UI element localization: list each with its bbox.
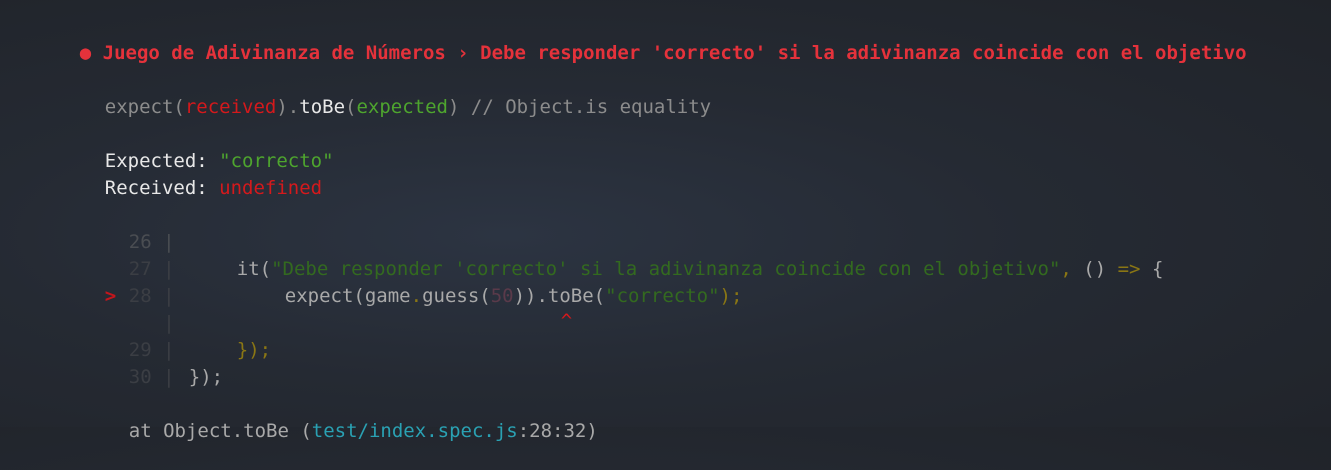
test-failure-title: ● Juego de Adivinanza de Números › Debe …	[34, 14, 1247, 64]
matcher-expect: expect(	[104, 96, 185, 118]
expected-line: Expected: "correcto"	[59, 122, 334, 172]
failure-bullet-icon: ●	[79, 42, 92, 64]
code-line-28: 28 |	[83, 257, 175, 307]
code-line-28-source: expect(game.guess(50)).toBe("correcto");	[239, 257, 743, 307]
arrow: =>	[1117, 258, 1141, 280]
matcher-paren-close: )	[447, 96, 460, 118]
received-label: Received:	[104, 177, 220, 199]
code-line-27: 27 |	[83, 230, 175, 280]
dot: .	[410, 285, 423, 307]
matcher-received: received	[184, 96, 277, 118]
code-line-30-source: });	[143, 338, 223, 388]
matcher-comment: // Object.is equality	[459, 96, 712, 118]
comma: ,	[1060, 258, 1084, 280]
code-line-27-source: it("Debe responder 'correcto' si la adiv…	[191, 230, 1164, 280]
stack-prefix: at Object.toBe (	[128, 420, 312, 442]
error-caret: ^	[515, 282, 572, 332]
statement-close: );	[719, 285, 743, 307]
matcher-paren-open: (	[345, 96, 357, 118]
stack-trace: at Object.toBe (test/index.spec.js:28:32…	[83, 392, 598, 442]
received-line: Received: undefined	[59, 149, 322, 199]
matcher-tobe: toBe	[299, 96, 346, 118]
stack-location: :28:32	[517, 420, 587, 442]
caret-line: |	[83, 284, 174, 334]
matcher-close-dot: ).	[276, 96, 300, 118]
received-value: undefined	[219, 177, 323, 199]
matcher-hint: expect(received).toBe(expected) // Objec…	[59, 68, 711, 118]
game-identifier: game	[364, 285, 411, 307]
guess-argument: 50	[490, 285, 514, 307]
stack-suffix: )	[586, 420, 598, 442]
block-close: });	[236, 339, 272, 361]
expect-call: expect(	[284, 285, 365, 307]
describe-close: });	[188, 366, 224, 388]
stack-file-link[interactable]: test/index.spec.js	[312, 420, 518, 442]
params: ()	[1083, 258, 1118, 280]
code-line-29-source: });	[191, 311, 271, 361]
open-brace: {	[1140, 258, 1164, 280]
tobe-value: "correcto"	[605, 285, 720, 307]
code-line-26: 26 |	[83, 203, 175, 253]
guess-call: guess(	[422, 285, 491, 307]
caret-icon: ^	[560, 310, 573, 332]
matcher-expected: expected	[356, 96, 448, 118]
terminal-output: ● Juego de Adivinanza de Números › Debe …	[0, 0, 1331, 442]
code-line-29: 29 |	[83, 311, 175, 361]
test-name: Juego de Adivinanza de Números › Debe re…	[102, 42, 1247, 64]
